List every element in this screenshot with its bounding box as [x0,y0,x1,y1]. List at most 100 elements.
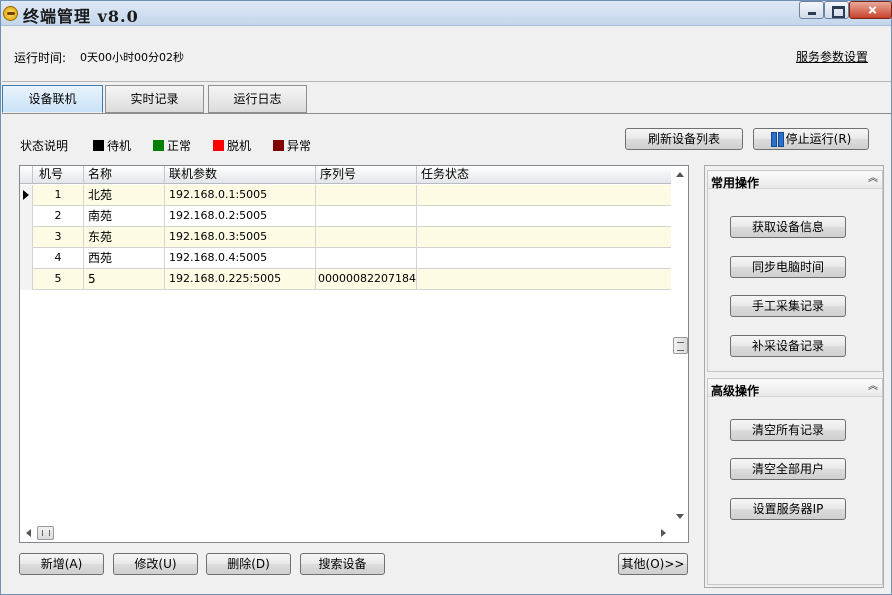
cell-name[interactable]: 北苑 [84,185,165,206]
collapse-icon[interactable]: ︽ [868,173,878,185]
row-indicator [20,206,33,227]
search-device-button[interactable]: 搜索设备 [300,553,385,575]
runtime-label: 运行时间: [14,51,67,65]
get-device-info-button[interactable]: 获取设备信息 [730,216,846,238]
status-legend-label: 状态说明 [20,139,69,153]
clear-all-records-button[interactable]: 清空所有记录 [730,419,846,441]
column-header-name[interactable]: 名称 [84,166,165,184]
cell-params[interactable]: 192.168.0.4:5005 [165,248,316,269]
minimize-button[interactable] [799,1,824,19]
common-operations-header[interactable]: 常用操作 ︽ [708,171,882,190]
row-indicator [20,185,33,206]
other-button[interactable]: 其他(O)>> [618,553,688,575]
legend-offline-label: 脱机 [227,139,252,153]
table-row[interactable]: 2 南苑 192.168.0.2:5005 [20,206,672,227]
cell-name[interactable]: 西苑 [84,248,165,269]
cell-name[interactable]: 南苑 [84,206,165,227]
legend-error-label: 异常 [287,139,312,153]
column-header-params[interactable]: 联机参数 [165,166,316,184]
device-grid[interactable]: 机号 名称 联机参数 序列号 任务状态 1 北苑 192.168.0.1:500… [19,165,689,543]
advanced-operations-title: 高级操作 [711,384,760,398]
pause-icon [770,132,784,147]
scroll-up-arrow-icon[interactable] [676,172,684,177]
cell-id[interactable]: 1 [33,185,84,206]
cell-params[interactable]: 192.168.0.1:5005 [165,185,316,206]
tab-run-log[interactable]: 运行日志 [208,85,307,113]
table-row[interactable]: 1 北苑 192.168.0.1:5005 [20,185,672,206]
row-indicator [20,269,33,290]
error-swatch [273,140,284,151]
service-settings-link[interactable]: 服务参数设置 [796,48,868,65]
cell-task-status[interactable] [417,248,672,269]
vertical-scroll-thumb[interactable] [673,337,688,354]
stop-running-label: 停止运行(R) [785,132,852,146]
cell-name[interactable]: 5 [84,269,165,290]
supplement-records-button[interactable]: 补采设备记录 [730,335,846,357]
scroll-left-arrow-icon[interactable] [26,529,31,537]
main-window: 终端管理 v8.0 运行时间: 0天00小时00分02秒 服务参数设置 设备联机… [0,0,892,595]
advanced-operations-header[interactable]: 高级操作 ︽ [708,379,882,398]
add-button[interactable]: 新增(A) [19,553,104,575]
tab-realtime-records[interactable]: 实时记录 [105,85,204,113]
horizontal-scroll-thumb[interactable] [37,526,54,540]
normal-swatch [153,140,164,151]
scroll-right-arrow-icon[interactable] [661,529,666,537]
maximize-button[interactable] [824,1,849,19]
cell-id[interactable]: 2 [33,206,84,227]
legend-offline: 脱机 [213,137,251,154]
close-button[interactable] [849,1,892,19]
column-header-id[interactable]: 机号 [33,166,84,184]
cell-task-status[interactable] [417,269,672,290]
window-title: 终端管理 v8.0 [23,7,139,26]
cell-id[interactable]: 4 [33,248,84,269]
cell-serial[interactable] [316,248,417,269]
legend-normal-label: 正常 [167,139,192,153]
cell-serial[interactable]: 0000008220718405 [316,269,417,290]
legend-error: 异常 [273,137,311,154]
legend-standby-label: 待机 [107,139,132,153]
title-bar[interactable]: 终端管理 v8.0 [1,1,892,26]
row-indicator [20,248,33,269]
column-header-task-status[interactable]: 任务状态 [417,166,672,184]
scroll-down-arrow-icon[interactable] [676,514,684,519]
header-area: 运行时间: 0天00小时00分02秒 服务参数设置 [2,27,891,82]
cell-name[interactable]: 东苑 [84,227,165,248]
clear-all-users-button[interactable]: 清空全部用户 [730,458,846,480]
edit-button[interactable]: 修改(U) [113,553,198,575]
cell-params[interactable]: 192.168.0.3:5005 [165,227,316,248]
current-row-arrow-icon [23,190,29,200]
offline-swatch [213,140,224,151]
manual-collect-button[interactable]: 手工采集记录 [730,295,846,317]
delete-button[interactable]: 删除(D) [206,553,291,575]
cell-task-status[interactable] [417,206,672,227]
column-header-serial[interactable]: 序列号 [316,166,417,184]
cell-id[interactable]: 5 [33,269,84,290]
cell-task-status[interactable] [417,185,672,206]
refresh-device-list-button[interactable]: 刷新设备列表 [625,128,743,150]
row-indicator [20,227,33,248]
table-row[interactable]: 5 5 192.168.0.225:5005 0000008220718405 [20,269,672,290]
cell-id[interactable]: 3 [33,227,84,248]
vertical-scrollbar[interactable] [671,166,688,525]
cell-serial[interactable] [316,227,417,248]
collapse-icon[interactable]: ︽ [868,381,878,393]
cell-task-status[interactable] [417,227,672,248]
legend-standby: 待机 [93,137,131,154]
row-indicator-header [20,166,33,184]
grid-header: 机号 名称 联机参数 序列号 任务状态 [20,166,672,184]
common-operations-group: 常用操作 ︽ 获取设备信息 同步电脑时间 手工采集记录 补采设备记录 [707,170,883,372]
sync-pc-time-button[interactable]: 同步电脑时间 [730,256,846,278]
standby-swatch [93,140,104,151]
table-row[interactable]: 3 东苑 192.168.0.3:5005 [20,227,672,248]
cell-params[interactable]: 192.168.0.2:5005 [165,206,316,227]
cell-serial[interactable] [316,185,417,206]
stop-running-button[interactable]: 停止运行(R) [753,128,869,150]
horizontal-scrollbar[interactable] [20,525,672,542]
tab-device-online[interactable]: 设备联机 [2,85,103,113]
advanced-operations-group: 高级操作 ︽ 清空所有记录 清空全部用户 设置服务器IP [707,378,883,585]
cell-params[interactable]: 192.168.0.225:5005 [165,269,316,290]
set-server-ip-button[interactable]: 设置服务器IP [730,498,846,520]
runtime-value: 0天00小时00分02秒 [80,51,184,64]
cell-serial[interactable] [316,206,417,227]
table-row[interactable]: 4 西苑 192.168.0.4:5005 [20,248,672,269]
